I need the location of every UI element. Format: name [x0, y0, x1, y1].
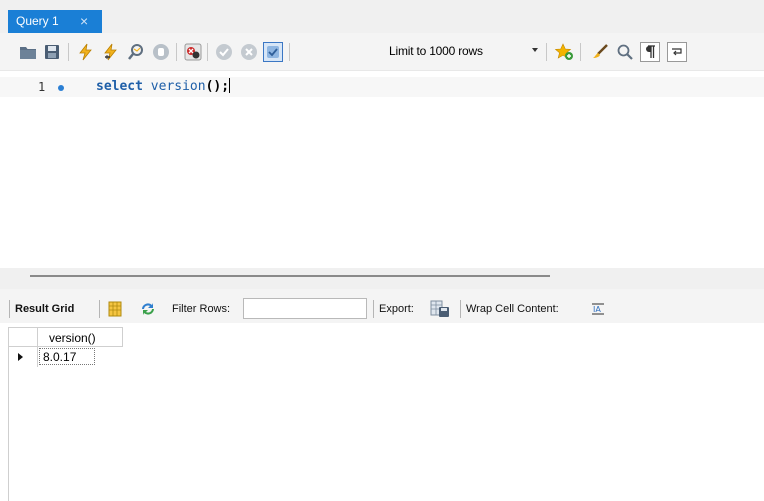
text-caret — [229, 78, 231, 93]
grid-left-border — [8, 347, 9, 501]
autocommit-toggle-icon[interactable] — [263, 42, 283, 62]
toolbar-separator — [176, 43, 177, 61]
toggle-error-icon[interactable] — [183, 42, 203, 62]
word-wrap-icon[interactable] — [667, 42, 687, 62]
stop-icon[interactable] — [151, 42, 171, 62]
result-grid[interactable]: version() 8.0.17 — [8, 323, 764, 501]
explain-icon[interactable] — [126, 42, 146, 62]
wrap-cell-icon[interactable]: IA — [588, 299, 608, 319]
toolbar-separator — [9, 300, 10, 318]
line-number: 1 — [38, 80, 46, 94]
panel-splitter[interactable] — [0, 268, 764, 289]
open-folder-icon[interactable] — [18, 42, 38, 62]
result-grid-label[interactable]: Result Grid — [15, 303, 74, 315]
sql-keyword: select — [96, 79, 143, 94]
svg-text:IA: IA — [593, 305, 601, 314]
find-magnifier-icon[interactable] — [615, 42, 635, 62]
result-toolbar: Result Grid Filter Rows: Export: Wrap Ce… — [0, 289, 764, 323]
sql-function: version — [150, 79, 206, 94]
invisible-characters-icon[interactable] — [640, 42, 660, 62]
toolbar-separator — [546, 43, 547, 61]
row-header[interactable] — [8, 347, 38, 367]
refresh-icon[interactable] — [138, 299, 158, 319]
export-icon[interactable] — [430, 299, 450, 319]
tab-title: Query 1 — [16, 14, 59, 28]
limit-rows-select[interactable]: Limit to 1000 rows — [389, 44, 483, 58]
toolbar-separator — [373, 300, 374, 318]
sql-punctuation: (); — [205, 79, 230, 94]
horizontal-scrollbar[interactable] — [30, 275, 550, 277]
filter-rows-input[interactable] — [243, 298, 367, 319]
statement-marker-icon — [58, 85, 64, 91]
grid-layout-icon[interactable] — [105, 299, 125, 319]
toolbar-separator — [99, 300, 100, 318]
execute-icon[interactable] — [76, 42, 96, 62]
commit-icon[interactable] — [214, 42, 234, 62]
toolbar-separator — [207, 43, 208, 61]
sql-editor-toolbar: Limit to 1000 rows — [0, 33, 764, 71]
sql-code[interactable]: select version(); — [96, 78, 231, 94]
tab-strip: Query 1 × — [0, 0, 764, 33]
toolbar-separator — [68, 43, 69, 61]
wrap-cell-content-label: Wrap Cell Content: — [466, 303, 559, 315]
editor-line-1[interactable]: 1 select version(); — [0, 77, 764, 97]
tab-query-1[interactable]: Query 1 × — [8, 10, 102, 33]
current-row-arrow-icon — [18, 353, 23, 361]
filter-rows-label: Filter Rows: — [172, 303, 231, 315]
chevron-down-icon[interactable] — [532, 48, 538, 52]
add-snippet-star-icon[interactable] — [554, 42, 574, 62]
export-label: Export: — [379, 303, 414, 315]
toolbar-separator — [289, 43, 290, 61]
sql-editor[interactable]: 1 select version(); — [0, 71, 764, 268]
save-icon[interactable] — [42, 42, 62, 62]
beautify-brush-icon[interactable] — [590, 42, 610, 62]
grid-cell[interactable]: 8.0.17 — [39, 348, 95, 365]
execute-current-icon[interactable] — [101, 42, 121, 62]
column-header-version[interactable]: version() — [38, 327, 123, 347]
rollback-icon[interactable] — [239, 42, 259, 62]
grid-corner-header[interactable] — [8, 327, 38, 347]
toolbar-separator — [460, 300, 461, 318]
close-icon[interactable]: × — [80, 13, 88, 29]
toolbar-separator — [580, 43, 581, 61]
